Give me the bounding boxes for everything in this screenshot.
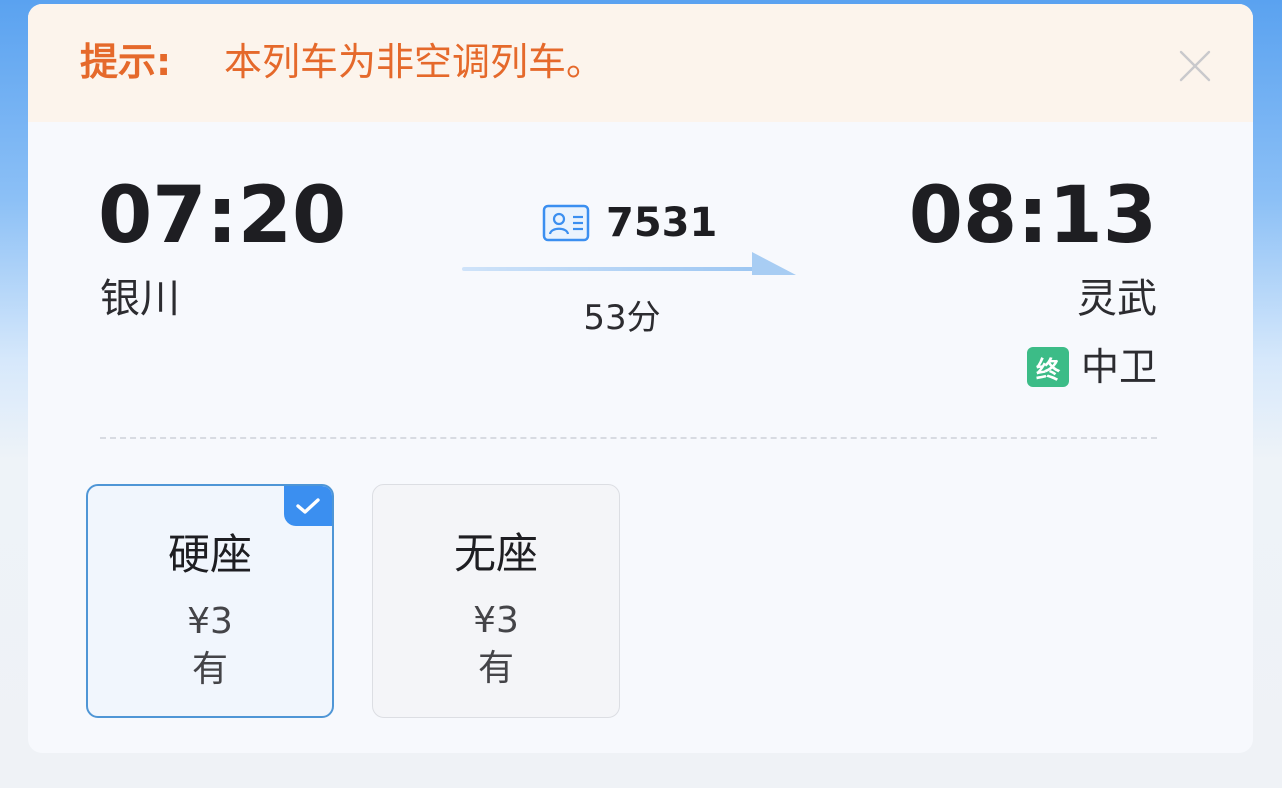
seat-price: ¥3	[187, 601, 233, 642]
train-number-row[interactable]: 7531	[542, 198, 717, 248]
arrival-time: 08:13	[908, 171, 1157, 261]
seat-price: ¥3	[473, 600, 519, 641]
close-button[interactable]	[1173, 44, 1217, 88]
id-card-icon	[542, 204, 590, 242]
terminal-badge: 终	[1026, 347, 1069, 387]
seat-option-hard-seat[interactable]: 硬座 ¥3 有	[86, 484, 334, 718]
seat-availability: 有	[477, 648, 514, 689]
departure-station: 银川	[100, 276, 180, 322]
departure-time: 07:20	[98, 171, 347, 261]
selected-check-badge	[284, 486, 332, 526]
divider	[100, 437, 1157, 439]
terminal-station: 中卫	[1080, 345, 1157, 389]
seat-type: 无座	[453, 529, 538, 578]
terminal-station-row: 终 中卫	[1026, 344, 1157, 390]
check-icon	[296, 498, 320, 514]
seat-type: 硬座	[167, 530, 252, 579]
train-number: 7531	[606, 200, 718, 246]
direction-arrow-icon	[462, 252, 796, 275]
train-detail-card: 提示: 本列车为非空调列车。 07:20 银川 7531 53分 08:13 灵…	[28, 4, 1253, 753]
notice-text: 本列车为非空调列车。	[224, 40, 605, 84]
seat-option-no-seat[interactable]: 无座 ¥3 有	[372, 484, 620, 718]
notice-label: 提示:	[80, 40, 172, 84]
notice-banner: 提示: 本列车为非空调列车。	[28, 4, 1253, 122]
travel-duration: 53分	[583, 298, 661, 338]
seat-availability: 有	[191, 649, 228, 690]
arrival-station: 灵武	[1077, 276, 1157, 322]
close-icon	[1179, 50, 1211, 82]
